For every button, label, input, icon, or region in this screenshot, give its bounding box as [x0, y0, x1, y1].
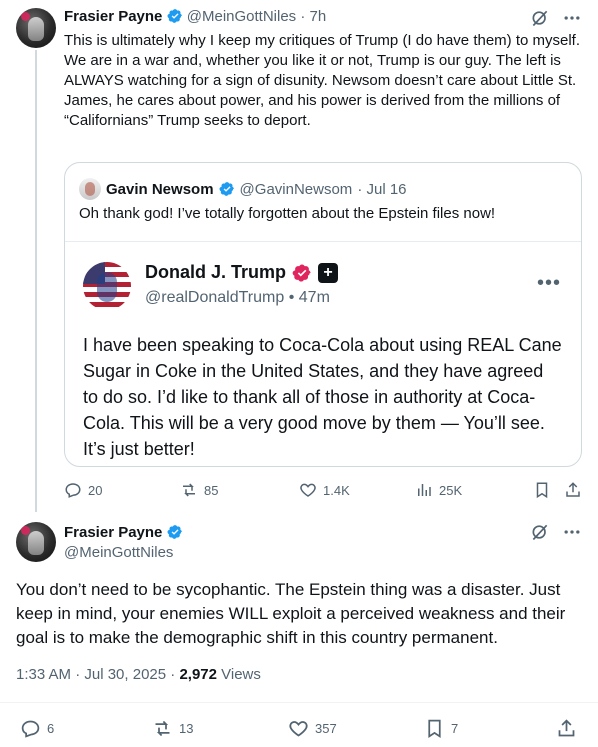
like-icon: [300, 483, 316, 497]
author-handle[interactable]: @MeinGottNiles: [64, 544, 173, 561]
grok-icon[interactable]: [530, 522, 550, 542]
more-icon[interactable]: [562, 8, 582, 28]
post-time: · Jul 16: [357, 180, 407, 198]
verified-icon: [167, 525, 182, 539]
embedded-text: I have been speaking to Coca-Cola about …: [83, 335, 562, 459]
plus-icon: +: [318, 262, 339, 283]
repost-button[interactable]: 13: [152, 718, 193, 739]
author-handle: @GavinNewsom: [239, 180, 353, 198]
embedded-handle: @realDonaldTrump • 47m: [145, 289, 330, 306]
reply-icon: [65, 483, 81, 498]
author-name[interactable]: Frasier Payne: [64, 524, 162, 541]
post-timestamp[interactable]: 1:33 AM · Jul 30, 2025 ·: [16, 666, 179, 683]
share-button[interactable]: [564, 481, 582, 499]
bookmark-icon: [428, 719, 441, 739]
like-count: 357: [315, 721, 337, 736]
embedded-truth-post: Donald J. Trump + @realDonaldTrump • 47m…: [65, 241, 581, 466]
bookmark-button[interactable]: [533, 481, 551, 499]
views-icon: [418, 484, 431, 496]
post-header: Frasier Payne: [64, 524, 183, 541]
like-button[interactable]: 1.4K: [299, 481, 350, 499]
reply-button[interactable]: 6: [20, 718, 54, 739]
views-label: Views: [216, 666, 261, 683]
avatar[interactable]: [16, 8, 56, 48]
author-handle[interactable]: @MeinGottNiles: [187, 8, 296, 25]
post-text: This is ultimately why I keep my critiqu…: [64, 31, 584, 131]
share-icon: [558, 719, 575, 737]
more-icon[interactable]: [562, 522, 582, 542]
post-top-actions: [530, 522, 582, 542]
quoted-post-text: Oh thank god! I’ve totally forgotten abo…: [79, 205, 496, 222]
embedded-author: Donald J. Trump +: [145, 262, 339, 283]
post-text: You don’t need to be sycophantic. The Ep…: [16, 580, 566, 647]
post-top-actions: [530, 8, 582, 28]
bookmark-icon: [536, 482, 548, 499]
post-meta: 1:33 AM · Jul 30, 2025 · 2,972 Views: [16, 666, 261, 683]
post-header: Frasier Payne @MeinGottNiles · 7h: [64, 8, 326, 25]
thread-line: [35, 50, 37, 512]
reply-icon: [21, 720, 40, 738]
post-time[interactable]: · 7h: [300, 8, 326, 25]
like-button[interactable]: 357: [288, 718, 337, 739]
post-paragraph: We are in a war and, whether you like it…: [64, 52, 577, 129]
bookmark-count: 7: [451, 721, 459, 736]
views-count: 2,972: [179, 666, 217, 683]
repost-count: 85: [204, 482, 219, 498]
like-icon: [289, 721, 308, 737]
share-button[interactable]: [556, 718, 577, 739]
share-icon: [566, 482, 580, 497]
repost-icon: [155, 720, 170, 737]
repost-count: 13: [179, 721, 194, 736]
reply-count: 6: [47, 721, 55, 736]
repost-button[interactable]: 85: [180, 481, 218, 499]
views-count: 25K: [439, 482, 463, 498]
bookmark-button[interactable]: 7: [424, 718, 458, 739]
avatar[interactable]: [79, 178, 101, 200]
post-paragraph: This is ultimately why I keep my critiqu…: [64, 32, 581, 49]
author-name[interactable]: Gavin Newsom: [106, 181, 214, 198]
repost-icon: [183, 483, 195, 497]
grok-icon[interactable]: [530, 8, 550, 28]
divider: [0, 702, 598, 703]
like-count: 1.4K: [323, 482, 350, 498]
author-name[interactable]: Frasier Payne: [64, 8, 162, 25]
quoted-post[interactable]: Gavin Newsom @GavinNewsom · Jul 16 Oh th…: [64, 162, 582, 467]
views-button[interactable]: 25K: [415, 481, 462, 499]
verified-badge-icon: [292, 263, 311, 282]
avatar[interactable]: [16, 522, 56, 562]
more-icon: •••: [536, 272, 561, 294]
author-name: Donald J. Trump: [145, 262, 287, 282]
verified-icon: [167, 9, 182, 23]
avatar: [83, 262, 131, 310]
quoted-post-header: Gavin Newsom @GavinNewsom · Jul 16: [79, 178, 407, 200]
verified-icon: [219, 182, 234, 196]
reply-button[interactable]: 20: [64, 481, 102, 499]
reply-count: 20: [88, 482, 103, 498]
